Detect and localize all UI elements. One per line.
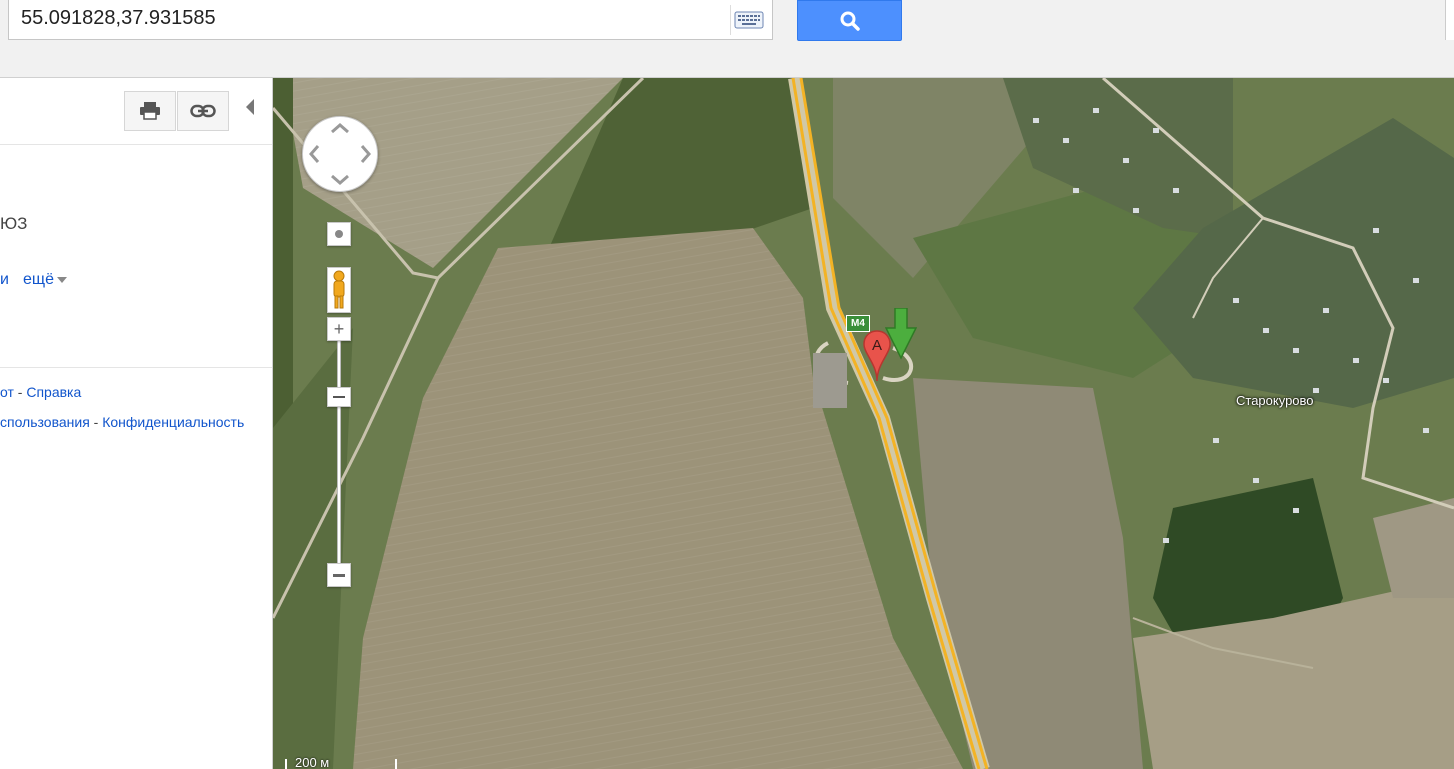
footer-link-partial[interactable]: от (0, 384, 14, 400)
pan-right-icon (360, 145, 371, 163)
print-button[interactable] (124, 91, 176, 131)
search-input[interactable]: 55.091828,37.931585 (8, 0, 773, 40)
direction-text: ЮЗ (0, 214, 28, 233)
scale-label: 200 м (295, 755, 330, 769)
pan-up-icon (331, 123, 349, 134)
search-icon (840, 11, 860, 31)
minus-icon (333, 573, 345, 577)
pan-down-icon (331, 174, 349, 185)
panel-toolbar (0, 78, 272, 145)
handle-bar-icon (333, 396, 345, 398)
zoom-out-button[interactable] (327, 563, 351, 587)
footer-link-terms[interactable]: спользования (0, 414, 90, 430)
link-button[interactable] (177, 91, 229, 131)
partial-link[interactable]: и (0, 271, 9, 289)
footer-links-row-2: спользования - Конфиденциальность (0, 414, 244, 430)
search-button[interactable] (797, 0, 902, 41)
collapse-panel-icon[interactable] (246, 99, 254, 115)
location-dot-icon (335, 230, 343, 238)
footer-separator: - (93, 414, 99, 430)
footer-link-help[interactable]: Справка (26, 384, 81, 400)
panel-divider (0, 367, 272, 368)
footer-links-row-1: от - Справка (0, 384, 81, 400)
dropdown-arrow-icon (56, 276, 67, 283)
keyboard-icon[interactable] (730, 5, 766, 35)
zoom-slider-handle[interactable] (327, 387, 351, 407)
my-location-button[interactable] (327, 222, 351, 246)
pegman-icon (333, 270, 345, 309)
footer-link-privacy[interactable]: Конфиденциальность (102, 414, 244, 430)
side-panel: ЮЗ и ещё от - Справка спользования - Кон… (0, 78, 273, 769)
right-panel-edge (1445, 0, 1454, 40)
link-icon (190, 104, 216, 118)
place-label: Старокурово (1236, 393, 1314, 408)
pan-left-icon (309, 145, 320, 163)
street-view-pegman-button[interactable] (327, 267, 351, 313)
search-query-text: 55.091828,37.931585 (21, 7, 216, 29)
more-label: ещё (23, 271, 54, 288)
plus-icon: + (333, 319, 345, 339)
footer-separator: - (17, 384, 23, 400)
pan-control[interactable] (302, 116, 378, 192)
green-arrow-marker-icon[interactable] (885, 308, 917, 360)
map-view[interactable]: M4 A Старокурово + 200 м (273, 78, 1454, 769)
print-icon (140, 102, 160, 120)
more-link[interactable]: ещё (23, 271, 67, 289)
top-bar: 55.091828,37.931585 (0, 0, 1454, 78)
marker-a-label: A (872, 337, 882, 354)
zoom-slider-track[interactable] (337, 340, 341, 570)
satellite-imagery (273, 78, 1454, 769)
zoom-in-button[interactable]: + (327, 317, 351, 341)
